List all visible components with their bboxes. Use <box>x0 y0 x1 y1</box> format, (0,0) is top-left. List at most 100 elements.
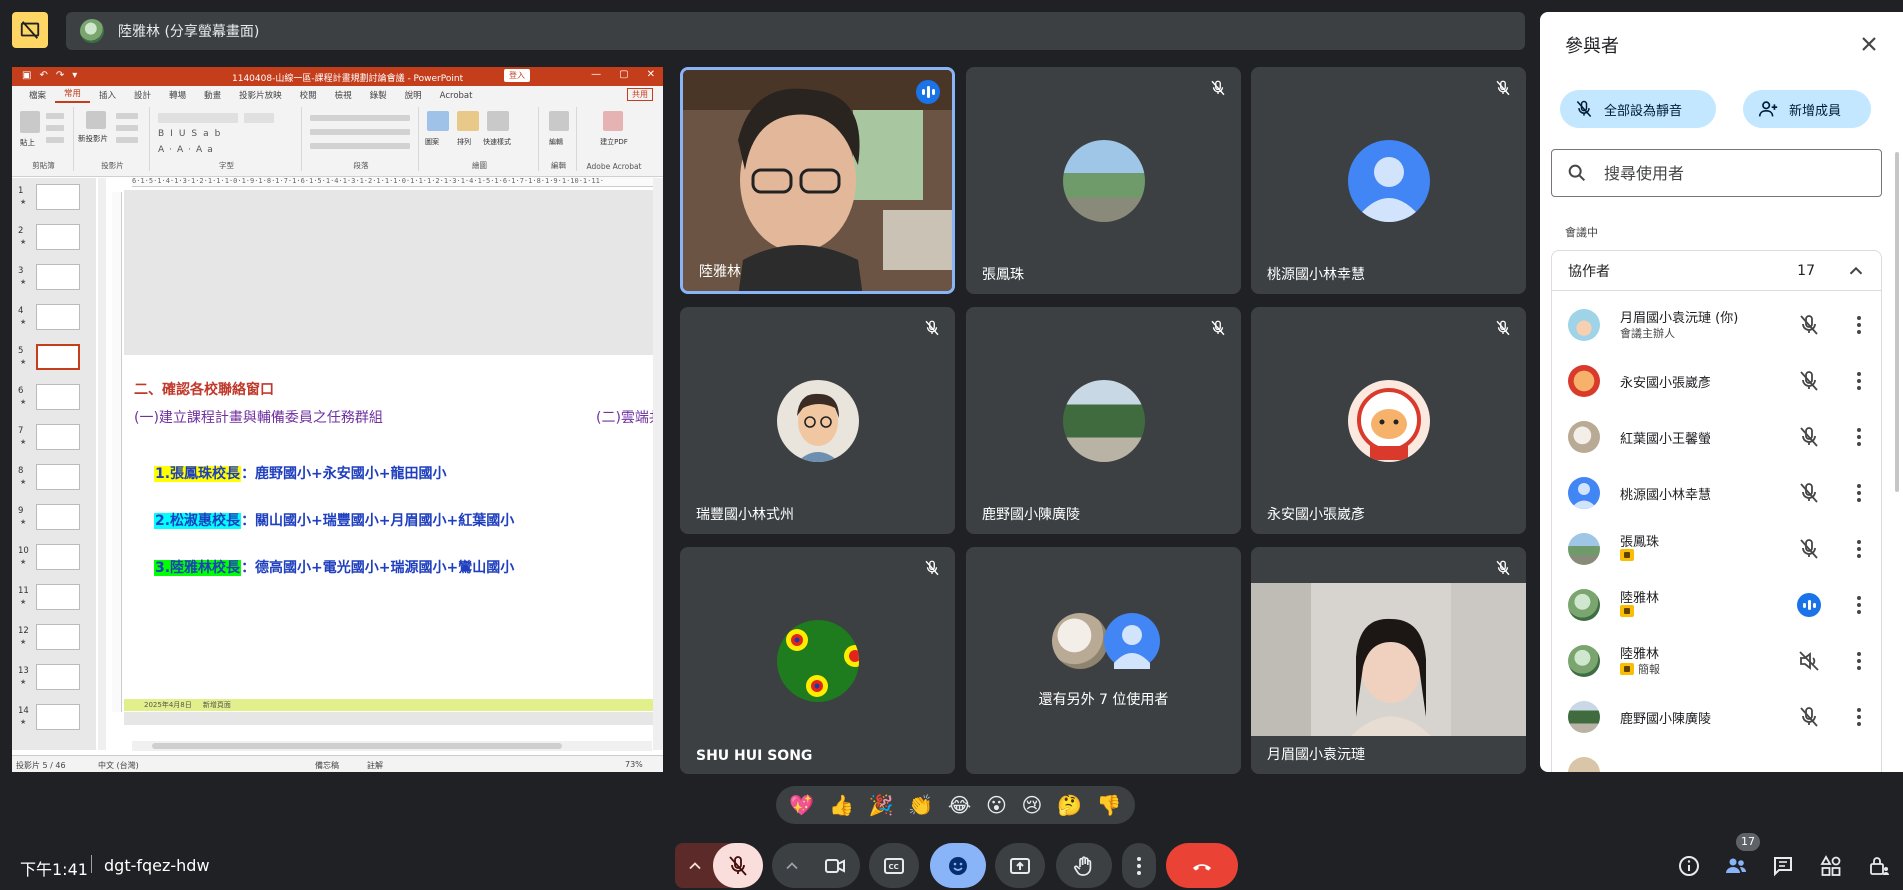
more-vert-icon[interactable] <box>1847 481 1871 505</box>
raise-hand-button[interactable] <box>1056 843 1112 888</box>
more-options-button[interactable] <box>1122 843 1156 888</box>
activities-button[interactable] <box>1816 851 1846 881</box>
meeting-details-button[interactable] <box>1674 851 1704 881</box>
mic-off-icon[interactable] <box>1797 705 1821 729</box>
participant-group: 協作者 17 月眉國小袁沅璉 (你) 會議主辦人 永安國小張崴彥 紅葉國小王馨螢 <box>1551 250 1882 772</box>
participant-row[interactable]: 桃源國小林幸慧 <box>1552 465 1883 521</box>
ppt-ribbon: 貼上 剪貼簿 新投影片 投影片 BIUSab A·A·Aa 字型 段落 圖案 排… <box>12 103 663 177</box>
more-vert-icon[interactable] <box>1847 537 1871 561</box>
reaction-sad[interactable]: 😢 <box>1022 793 1043 817</box>
present-screen-button[interactable] <box>995 843 1045 888</box>
panel-scrollbar[interactable] <box>1895 152 1899 492</box>
video-tile[interactable]: 月眉國小袁沅璉 <box>1251 547 1526 774</box>
stop-presenting-button[interactable] <box>12 12 48 48</box>
reaction-surprised[interactable]: 😮 <box>986 793 1007 817</box>
participant-row[interactable]: 陸雅林 <box>1552 577 1883 633</box>
video-tile[interactable]: 桃源國小林幸慧 <box>1251 67 1526 294</box>
more-vert-icon[interactable] <box>1847 369 1871 393</box>
presentation-label: 簡報 <box>1638 663 1660 676</box>
host-controls-button[interactable] <box>1864 851 1894 881</box>
avatar <box>1568 365 1600 397</box>
mic-off-icon <box>1211 80 1225 96</box>
reaction-clap[interactable]: 👏 <box>908 793 933 817</box>
ppt-comments-button: 註解 <box>367 761 383 770</box>
close-icon[interactable] <box>1857 32 1881 56</box>
thumb-number: 7 <box>18 426 24 436</box>
thumb-number: 12 <box>18 626 29 636</box>
people-button[interactable] <box>1721 851 1751 881</box>
mic-off-icon[interactable] <box>1797 425 1821 449</box>
thumb-star-icon: ★ <box>20 558 27 566</box>
video-tile[interactable]: 永安國小張崴彥 <box>1251 307 1526 534</box>
more-vert-icon[interactable] <box>1847 313 1871 337</box>
ppt-tab-acrobat: Acrobat <box>439 91 473 101</box>
ppt-tab-insert: 插入 <box>99 91 117 101</box>
volume-off-icon[interactable] <box>1797 649 1821 673</box>
customize-icon: ▾ <box>72 70 78 81</box>
captions-button[interactable]: CC <box>869 843 919 888</box>
presenting-icon <box>1620 549 1634 561</box>
add-people-button[interactable]: 新增成員 <box>1743 90 1871 128</box>
chevron-up-icon[interactable] <box>1845 260 1867 282</box>
slide-line-2: 2.松淑惠校長：關山國小+瑞豐國小+月眉國小+紅葉國小 <box>154 510 514 530</box>
participant-row[interactable]: 月眉國小袁沅璉 (你) 會議主辦人 <box>1552 297 1883 353</box>
reaction-thumbs-down[interactable]: 👎 <box>1097 793 1122 817</box>
ppt-tab-home: 常用 <box>55 87 91 103</box>
reaction-heart[interactable]: 💖 <box>789 793 814 817</box>
ribbon-edit-label: 編輯 <box>549 138 563 146</box>
mic-off-icon <box>1496 80 1510 96</box>
ppt-ribbon-tabs: 檔案 常用 插入 設計 轉場 動畫 投影片放映 校閱 檢視 錄製 說明 Acro… <box>12 86 663 103</box>
thumb-number: 6 <box>18 386 24 396</box>
participant-row[interactable]: 張鳳珠 <box>1552 521 1883 577</box>
lock-person-icon <box>1870 857 1889 875</box>
video-tile-speaker[interactable]: 陸雅林 <box>680 67 955 294</box>
emoji-reactions-button[interactable] <box>930 843 986 888</box>
participant-row[interactable]: 鹿野國小陳廣陵 <box>1552 689 1883 745</box>
reaction-thinking[interactable]: 🤔 <box>1057 793 1082 817</box>
video-tile[interactable]: 瑞豐國小林式州 <box>680 307 955 534</box>
mic-off-icon[interactable] <box>1797 369 1821 393</box>
participant-row[interactable]: 陸雅林 簡報 <box>1552 633 1883 689</box>
mute-all-button[interactable]: 全部設為靜音 <box>1560 90 1716 128</box>
slide-line-schools: ：鹿野國小+永安國小+龍田國小 <box>241 466 447 482</box>
search-input[interactable] <box>1604 163 1854 183</box>
minimize-icon: — <box>591 69 602 80</box>
closed-caption-icon: CC <box>884 857 904 874</box>
video-tile[interactable]: SHU HUI SONG <box>680 547 955 774</box>
reaction-thumbs-up[interactable]: 👍 <box>829 793 854 817</box>
chat-button[interactable] <box>1768 851 1798 881</box>
mic-off-icon[interactable] <box>1797 481 1821 505</box>
ppt-edit-canvas: 二、確認各校聯絡窗口 (一)建立課程計畫與輔備委員之任務群組 (二)雲端共 1.… <box>124 190 654 725</box>
leave-call-button[interactable] <box>1166 843 1238 888</box>
thumb-star-icon: ★ <box>20 518 27 526</box>
mic-off-icon <box>729 855 747 876</box>
mic-off-icon[interactable] <box>1797 313 1821 337</box>
chevron-up-icon[interactable] <box>782 856 802 876</box>
thumb-number: 3 <box>18 266 24 276</box>
ppt-vertical-ruler <box>112 192 122 712</box>
participant-row[interactable]: 永安國小張崴彥 <box>1552 353 1883 409</box>
chat-icon <box>1774 857 1792 877</box>
more-vert-icon[interactable] <box>1847 705 1871 729</box>
participant-row[interactable] <box>1552 745 1883 772</box>
mic-off-icon <box>1496 320 1510 336</box>
video-tile-others[interactable]: 還有另外 7 位使用者 <box>966 547 1241 774</box>
slide-thumbnail <box>36 424 80 450</box>
search-people-field[interactable] <box>1551 149 1882 197</box>
participant-row[interactable]: 紅葉國小王馨螢 <box>1552 409 1883 465</box>
reaction-laugh[interactable]: 😂 <box>948 793 971 817</box>
more-vert-icon[interactable] <box>1847 425 1871 449</box>
avatar <box>1568 645 1600 677</box>
avatar <box>1347 379 1430 462</box>
chevron-up-icon[interactable] <box>685 856 705 876</box>
ribbon-label-font: 字型 <box>219 161 234 170</box>
reaction-party[interactable]: 🎉 <box>869 793 894 817</box>
camera-toggle-button[interactable] <box>810 843 860 888</box>
video-tile[interactable]: 鹿野國小陳廣陵 <box>966 307 1241 534</box>
group-header[interactable]: 協作者 17 <box>1552 251 1881 291</box>
more-vert-icon[interactable] <box>1847 649 1871 673</box>
mic-toggle-button[interactable] <box>713 843 763 888</box>
video-tile[interactable]: 張鳳珠 <box>966 67 1241 294</box>
more-vert-icon[interactable] <box>1847 593 1871 617</box>
mic-off-icon[interactable] <box>1797 537 1821 561</box>
